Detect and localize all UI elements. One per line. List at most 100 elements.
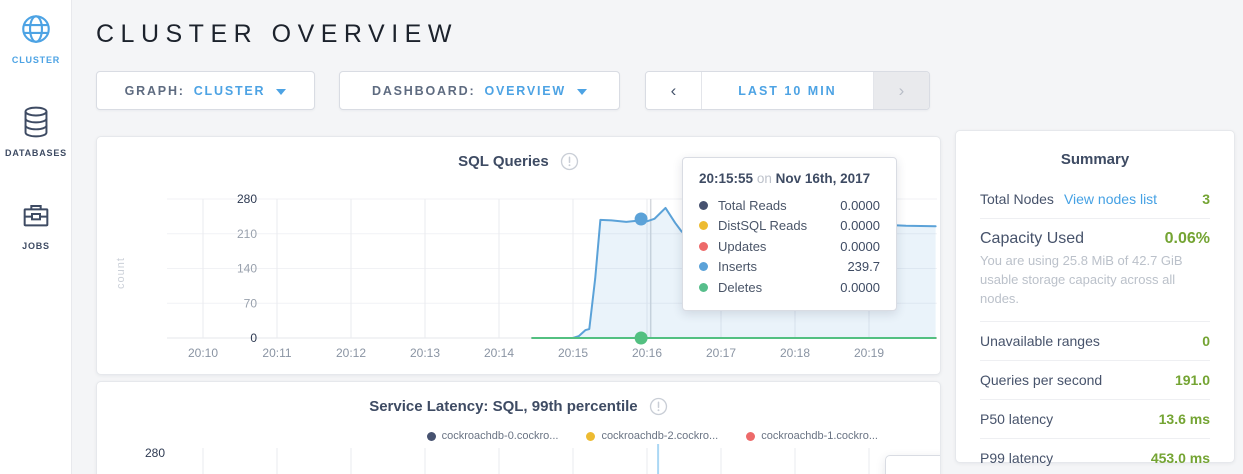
svg-text:20:17: 20:17 <box>706 346 736 360</box>
summary-row-capacity: Capacity Used 0.06% You are using 25.8 M… <box>980 218 1210 321</box>
svg-text:20:16: 20:16 <box>632 346 662 360</box>
legend-item-0[interactable]: cockroachdb-0.cockro... <box>427 430 559 442</box>
time-prev-button[interactable]: ‹ <box>646 72 701 109</box>
briefcase-icon <box>0 200 72 237</box>
svg-text:70: 70 <box>244 296 258 310</box>
service-latency-chart-title: Service Latency: SQL, 99th percentile <box>369 398 637 415</box>
capacity-description: You are using 25.8 MiB of 42.7 GiB usabl… <box>980 252 1210 309</box>
legend-dot-icon <box>427 432 436 441</box>
sidebar-item-jobs[interactable]: JOBS <box>0 158 72 251</box>
svg-text:20:11: 20:11 <box>262 346 291 360</box>
p50-latency-label: P50 latency <box>980 411 1053 427</box>
series-dot-icon <box>699 262 708 271</box>
series-dot-icon <box>699 283 708 292</box>
sidebar-item-cluster[interactable]: CLUSTER <box>0 0 72 65</box>
legend-item-2[interactable]: cockroachdb-1.cockro... <box>746 430 878 442</box>
tooltip-series-label: Deletes <box>718 280 762 295</box>
tooltip-row-deletes: Deletes 0.0000 <box>699 277 880 298</box>
hover-marker-Inserts <box>635 213 648 226</box>
tooltip-timestamp: 20:15:55 on Nov 16th, 2017 <box>699 171 880 186</box>
chevron-right-icon: › <box>899 81 905 101</box>
legend-item-1[interactable]: cockroachdb-2.cockro... <box>586 430 718 442</box>
svg-text:count: count <box>115 257 127 289</box>
dashboard-dropdown-label: DASHBOARD: <box>372 84 475 98</box>
service-latency-chart-card: 280 Service Latency: SQL, 99th percentil… <box>96 381 941 474</box>
svg-text:280: 280 <box>145 446 165 460</box>
qps-value: 191.0 <box>1175 372 1210 388</box>
database-icon <box>0 105 72 144</box>
tooltip-series-value: 0.0000 <box>840 198 880 213</box>
svg-text:20:12: 20:12 <box>336 346 366 360</box>
chevron-left-icon: ‹ <box>671 81 677 101</box>
tooltip-row-total-reads: Total Reads 0.0000 <box>699 195 880 216</box>
tooltip-series-value: 0.0000 <box>840 239 880 254</box>
hover-marker-Deletes <box>635 332 648 345</box>
sidebar-label-jobs: JOBS <box>0 241 72 251</box>
info-icon[interactable] <box>560 158 579 175</box>
total-nodes-label: Total Nodes <box>980 191 1054 207</box>
chevron-down-icon <box>577 89 587 95</box>
legend-label: cockroachdb-2.cockro... <box>601 430 718 442</box>
summary-row-qps: Queries per second 191.0 <box>980 360 1210 399</box>
tooltip-series-label: Inserts <box>718 259 757 274</box>
sql-queries-chart-card: 07014021028020:1020:1120:1220:1320:1420:… <box>96 136 941 375</box>
tooltip-series-value: 0.0000 <box>840 280 880 295</box>
p50-latency-value: 13.6 ms <box>1159 411 1210 427</box>
legend-label: cockroachdb-0.cockro... <box>442 430 559 442</box>
tooltip-series-label: Updates <box>718 239 766 254</box>
p99-latency-value: 453.0 ms <box>1151 450 1210 466</box>
summary-title: Summary <box>980 131 1210 180</box>
series-dot-icon <box>699 221 708 230</box>
gridlines <box>203 448 869 474</box>
total-nodes-value: 3 <box>1202 191 1210 207</box>
summary-row-total-nodes: Total Nodes View nodes list 3 <box>980 180 1210 218</box>
view-nodes-list-link[interactable]: View nodes list <box>1064 191 1157 207</box>
dashboard-dropdown[interactable]: DASHBOARD: OVERVIEW <box>339 71 620 110</box>
legend-dot-icon <box>586 432 595 441</box>
sidebar-item-databases[interactable]: DATABASES <box>0 65 72 158</box>
sidebar-label-databases: DATABASES <box>0 148 72 158</box>
svg-text:140: 140 <box>237 262 257 276</box>
graph-dropdown-label: GRAPH: <box>125 84 185 98</box>
tooltip-series-label: Total Reads <box>718 198 787 213</box>
series-dot-icon <box>699 201 708 210</box>
tooltip-series-label: DistSQL Reads <box>718 218 807 233</box>
svg-text:210: 210 <box>237 227 257 241</box>
dashboard-dropdown-value: OVERVIEW <box>484 84 566 98</box>
p99-latency-label: P99 latency <box>980 450 1053 466</box>
time-window-selector: ‹ LAST 10 MIN › <box>645 71 930 110</box>
svg-text:280: 280 <box>237 192 257 206</box>
tooltip-series-value: 239.7 <box>847 259 880 274</box>
time-next-button-disabled[interactable]: › <box>874 72 929 109</box>
latency-tooltip-partial <box>885 455 941 474</box>
svg-text:20:18: 20:18 <box>780 346 810 360</box>
time-range-button[interactable]: LAST 10 MIN <box>701 72 874 109</box>
tooltip-date: Nov 16th, 2017 <box>776 171 871 186</box>
svg-text:0: 0 <box>250 331 257 345</box>
capacity-used-label: Capacity Used <box>980 230 1084 248</box>
series-dot-icon <box>699 242 708 251</box>
tooltip-row-distsql-reads: DistSQL Reads 0.0000 <box>699 216 880 237</box>
graph-dropdown[interactable]: GRAPH: CLUSTER <box>96 71 315 110</box>
globe-icon <box>0 12 72 51</box>
qps-label: Queries per second <box>980 372 1102 388</box>
svg-text:20:14: 20:14 <box>484 346 514 360</box>
svg-text:20:19: 20:19 <box>854 346 884 360</box>
unavailable-ranges-value: 0 <box>1202 333 1210 349</box>
graph-hover-tooltip: 20:15:55 on Nov 16th, 2017 Total Reads 0… <box>682 157 897 311</box>
info-icon[interactable] <box>649 403 668 420</box>
tooltip-on-word: on <box>757 171 772 186</box>
tooltip-row-updates: Updates 0.0000 <box>699 236 880 257</box>
capacity-used-value: 0.06% <box>1165 230 1210 248</box>
sidebar-label-cluster: CLUSTER <box>0 55 72 65</box>
legend-label: cockroachdb-1.cockro... <box>761 430 878 442</box>
svg-text:20:15: 20:15 <box>558 346 588 360</box>
sidebar: CLUSTER DATABASES JOBS <box>0 0 72 474</box>
chevron-down-icon <box>276 89 286 95</box>
tooltip-series-value: 0.0000 <box>840 218 880 233</box>
latency-chart-legend: cockroachdb-0.cockro... cockroachdb-2.coc… <box>97 420 940 442</box>
page-title: CLUSTER OVERVIEW <box>96 20 458 49</box>
summary-row-p50: P50 latency 13.6 ms <box>980 399 1210 438</box>
sql-queries-chart-title: SQL Queries <box>458 153 549 170</box>
summary-row-p99: P99 latency 453.0 ms <box>980 438 1210 474</box>
